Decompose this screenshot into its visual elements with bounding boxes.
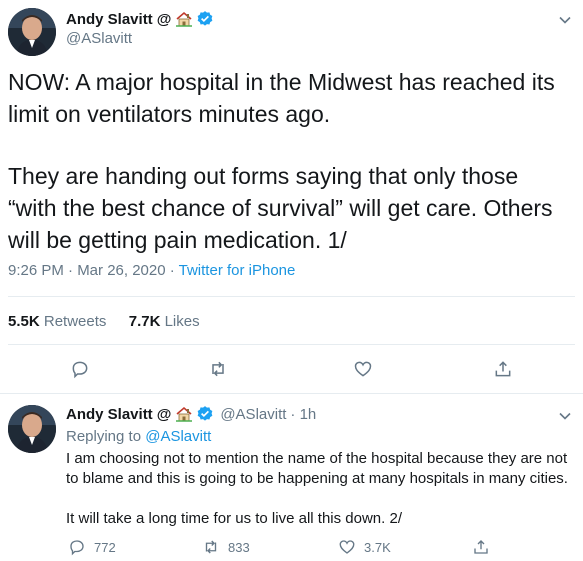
tweet-meta: 9:26 PM · Mar 26, 2020 · Twitter for iPh… bbox=[8, 262, 295, 279]
reply-button[interactable] bbox=[69, 358, 91, 380]
author-row: Andy Slavitt @ bbox=[66, 10, 214, 28]
relative-time[interactable]: · 1h bbox=[290, 406, 316, 423]
reply-count: 772 bbox=[94, 539, 116, 555]
verified-badge-icon bbox=[196, 405, 214, 423]
author-handle[interactable]: @ASlavitt bbox=[220, 406, 286, 423]
replying-to-label: Replying to bbox=[66, 428, 146, 445]
share-button[interactable] bbox=[472, 538, 498, 556]
reply-button[interactable]: 772 bbox=[68, 538, 116, 556]
likes-stat[interactable]: 7.7K Likes bbox=[129, 313, 200, 330]
chevron-down-icon[interactable] bbox=[557, 408, 573, 424]
retweets-count: 5.5K bbox=[8, 313, 40, 330]
retweet-icon bbox=[212, 361, 224, 377]
retweets-stat[interactable]: 5.5K Retweets bbox=[8, 313, 106, 330]
like-button[interactable] bbox=[352, 358, 374, 380]
retweets-label: Retweets bbox=[43, 313, 107, 330]
like-icon bbox=[339, 540, 355, 554]
tweet-paragraph: I am choosing not to mention the name of… bbox=[66, 450, 568, 487]
verified-badge-icon bbox=[196, 10, 214, 28]
share-button[interactable] bbox=[492, 358, 514, 380]
tweet-paragraph: It will take a long time for us to live … bbox=[66, 510, 402, 527]
avatar[interactable] bbox=[8, 8, 56, 56]
author-handle[interactable]: @ASlavitt bbox=[66, 30, 132, 47]
tweet-paragraph: They are handing out forms saying that o… bbox=[8, 163, 553, 253]
at-sign: @ bbox=[156, 405, 172, 423]
retweet-button[interactable]: 833 bbox=[202, 538, 250, 556]
retweet-count: 833 bbox=[228, 539, 250, 555]
engagement-stats: 5.5K Retweets 7.7K Likes bbox=[8, 313, 200, 330]
tweet-paragraph: NOW: A major hospital in the Midwest has… bbox=[8, 69, 555, 127]
avatar-photo bbox=[8, 8, 56, 56]
replying-to: Replying to @ASlavitt bbox=[66, 428, 211, 445]
divider bbox=[0, 393, 583, 394]
timestamp[interactable]: 9:26 PM · Mar 26, 2020 · bbox=[8, 262, 179, 279]
reply-avatar[interactable] bbox=[8, 405, 56, 453]
reply-text: I am choosing not to mention the name of… bbox=[66, 449, 574, 529]
avatar-photo bbox=[8, 405, 56, 453]
reply-author-row: Andy Slavitt @ @ASlavitt · 1h bbox=[66, 405, 316, 423]
chevron-down-icon[interactable] bbox=[557, 12, 573, 28]
retweet-icon bbox=[205, 540, 217, 554]
house-icon bbox=[175, 10, 193, 28]
tweet-text: NOW: A major hospital in the Midwest has… bbox=[8, 66, 573, 256]
replying-to-handle[interactable]: @ASlavitt bbox=[145, 428, 211, 445]
likes-label: Likes bbox=[164, 313, 200, 330]
likes-count: 7.7K bbox=[128, 313, 161, 330]
reply-icon bbox=[70, 540, 84, 556]
author-name[interactable]: Andy Slavitt bbox=[66, 11, 153, 28]
retweet-button[interactable] bbox=[207, 358, 229, 380]
author-name[interactable]: Andy Slavitt bbox=[66, 406, 153, 423]
like-icon bbox=[354, 361, 372, 377]
at-sign: @ bbox=[156, 10, 172, 28]
source-link[interactable]: Twitter for iPhone bbox=[179, 262, 296, 279]
share-icon bbox=[495, 361, 511, 377]
like-button[interactable]: 3.7K bbox=[338, 538, 391, 556]
like-count: 3.7K bbox=[364, 539, 391, 555]
house-icon bbox=[175, 405, 193, 423]
share-icon bbox=[474, 540, 488, 554]
divider bbox=[8, 344, 575, 345]
reply-icon bbox=[72, 361, 88, 379]
divider bbox=[8, 296, 575, 297]
